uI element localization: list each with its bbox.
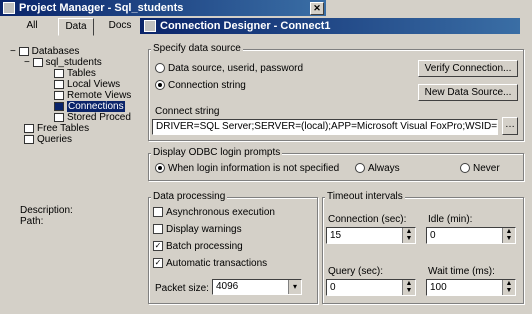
timeout-group-label: Timeout intervals xyxy=(325,191,405,202)
radio-icon xyxy=(460,163,470,174)
wait-time-label: Wait time (ms): xyxy=(428,266,495,277)
batch-checkbox[interactable]: ✓ Batch processing xyxy=(153,241,243,252)
tab-data[interactable]: Data xyxy=(58,18,94,36)
chevron-down-icon[interactable]: ▾ xyxy=(288,280,301,294)
radio-selected-icon xyxy=(155,80,165,91)
connect-string-label: Connect string xyxy=(155,106,220,117)
radio-icon xyxy=(355,163,365,174)
connection-sec-label: Connection (sec): xyxy=(328,214,407,225)
connection-icon xyxy=(54,101,64,111)
checkbox-icon xyxy=(153,207,163,218)
folder-icon xyxy=(18,46,29,56)
auto-transactions-checkbox[interactable]: ✓ Automatic transactions xyxy=(153,258,267,269)
query-icon xyxy=(24,134,34,144)
query-sec-label: Query (sec): xyxy=(328,266,384,277)
radio-never[interactable]: Never xyxy=(460,163,500,174)
new-data-source-button[interactable]: New Data Source... xyxy=(418,84,518,101)
connect-string-input[interactable]: DRIVER=SQL Server;SERVER=(local);APP=Mic… xyxy=(152,119,498,135)
table-icon xyxy=(54,68,64,78)
procedure-icon xyxy=(54,112,64,122)
database-icon xyxy=(32,57,43,67)
odbc-group-label: Display ODBC login prompts xyxy=(151,147,283,158)
spinner-icon[interactable]: ▲ ▼ xyxy=(402,228,415,243)
packet-size-select[interactable]: 4096 ▾ xyxy=(212,279,302,295)
view-icon xyxy=(54,79,64,89)
project-tree: − Databases − sql_students Tables Local … xyxy=(10,45,140,165)
radio-when-not-specified[interactable]: When login information is not specified xyxy=(155,163,339,174)
packet-size-label: Packet size: xyxy=(155,283,209,294)
connection-designer-icon xyxy=(144,20,156,32)
project-manager-titlebar: Project Manager - Sql_students ✕ xyxy=(0,0,326,16)
close-icon[interactable]: ✕ xyxy=(310,2,324,15)
radio-selected-icon xyxy=(155,163,165,174)
radio-always[interactable]: Always xyxy=(355,163,400,174)
spinner-icon[interactable]: ▲ ▼ xyxy=(502,228,515,243)
tab-all[interactable]: All xyxy=(20,18,44,34)
checkbox-icon xyxy=(153,224,163,235)
browse-button[interactable]: … xyxy=(502,117,518,135)
idle-min-input[interactable]: 0 ▲ ▼ xyxy=(426,227,516,244)
data-source-group-label: Specify data source xyxy=(151,43,243,54)
free-table-icon xyxy=(24,123,34,133)
async-checkbox[interactable]: Asynchronous execution xyxy=(153,207,275,218)
tab-docs[interactable]: Docs xyxy=(106,18,134,34)
radio-connstring[interactable]: Connection string xyxy=(155,80,246,91)
checkbox-checked-icon: ✓ xyxy=(153,241,163,252)
radio-datasource[interactable]: Data source, userid, password xyxy=(155,63,303,74)
idle-min-label: Idle (min): xyxy=(428,214,473,225)
data-processing-group-label: Data processing xyxy=(151,191,228,202)
tree-item-queries[interactable]: Queries xyxy=(24,133,72,145)
query-sec-input[interactable]: 0 ▲ ▼ xyxy=(326,279,416,296)
wait-time-input[interactable]: 100 ▲ ▼ xyxy=(426,279,516,296)
project-manager-title: Project Manager - Sql_students xyxy=(19,2,184,14)
path-label: Path: xyxy=(20,216,44,227)
spinner-icon[interactable]: ▲ ▼ xyxy=(502,280,515,295)
checkbox-checked-icon: ✓ xyxy=(153,258,163,269)
dialog-titlebar: Connection Designer - Connect1 xyxy=(140,18,520,34)
radio-icon xyxy=(155,63,165,74)
verify-connection-button[interactable]: Verify Connection... xyxy=(418,60,518,77)
description-label: Description: xyxy=(20,205,73,216)
dialog-title: Connection Designer - Connect1 xyxy=(160,20,331,32)
remote-view-icon xyxy=(54,90,64,100)
spinner-icon[interactable]: ▲ ▼ xyxy=(402,280,415,295)
warnings-checkbox[interactable]: Display warnings xyxy=(153,224,242,235)
project-icon xyxy=(3,2,15,14)
connection-sec-input[interactable]: 15 ▲ ▼ xyxy=(326,227,416,244)
